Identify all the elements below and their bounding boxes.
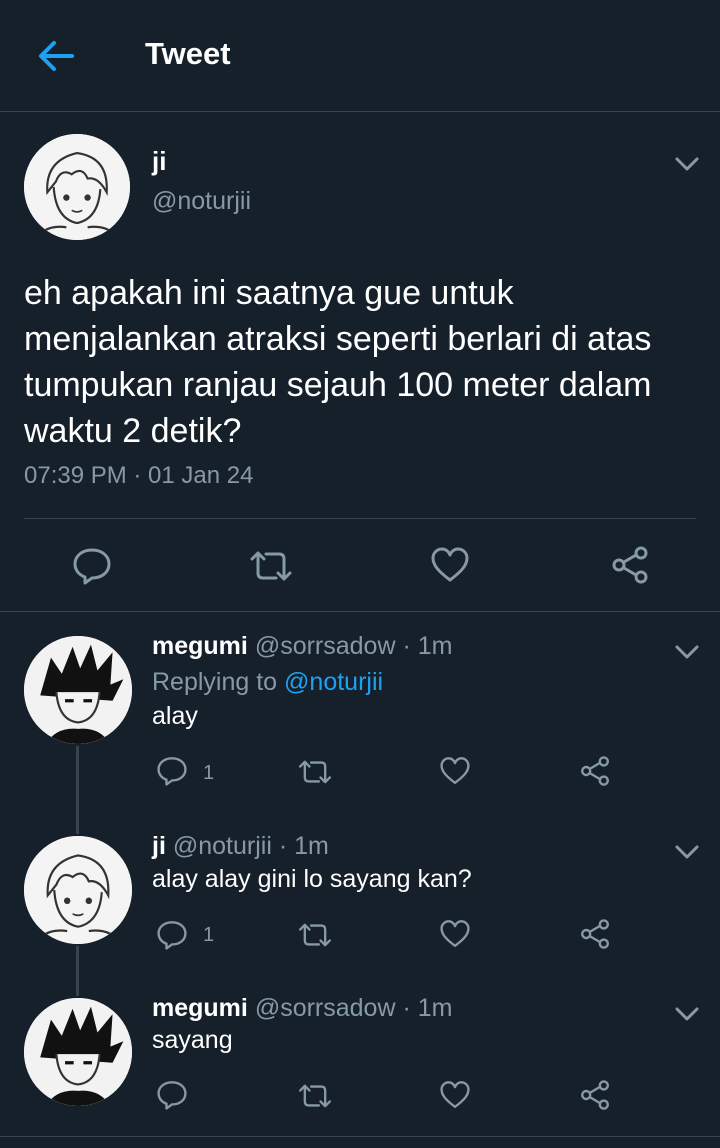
reply-handle-time[interactable]: @sorrsadow · 1m — [255, 994, 453, 1022]
reply-count: 1 — [203, 762, 215, 784]
like-icon — [440, 757, 470, 785]
replying-to-label: Replying to — [152, 668, 278, 696]
retweet-icon — [250, 551, 292, 581]
back-button[interactable] — [36, 38, 76, 74]
reply-author-name[interactable]: megumi — [152, 994, 248, 1022]
chevron-down-icon[interactable] — [674, 644, 700, 660]
share-icon — [581, 919, 609, 949]
reply-text: alay — [152, 702, 198, 730]
reply-button[interactable] — [156, 920, 188, 950]
tweet-timestamp: 07:39 PM · 01 Jan 24 — [24, 462, 254, 489]
share-icon — [581, 1080, 609, 1110]
share-button[interactable] — [579, 755, 611, 787]
share-icon — [581, 756, 609, 786]
like-button[interactable] — [439, 756, 471, 786]
divider — [24, 518, 696, 519]
divider — [0, 1136, 720, 1137]
avatar[interactable] — [24, 836, 132, 944]
main-tweet: ji @noturjii eh apakah ini saatnya gue u… — [0, 112, 720, 612]
avatar[interactable] — [24, 998, 132, 1106]
retweet-button[interactable] — [297, 921, 333, 949]
like-button[interactable] — [439, 1080, 471, 1110]
replying-to: Replying to @noturjii — [152, 668, 383, 697]
page-title: Tweet — [145, 36, 231, 71]
avatar[interactable] — [24, 134, 130, 240]
reply-tweet[interactable]: megumi @sorrsadow · 1m sayang — [0, 974, 720, 1136]
share-button[interactable] — [579, 918, 611, 950]
chevron-down-icon[interactable] — [674, 156, 700, 172]
reply-header: ji @noturjii · 1m — [152, 832, 329, 861]
author-handle[interactable]: @noturjii — [152, 187, 251, 216]
top-bar: Tweet — [0, 0, 720, 112]
reply-handle-time[interactable]: @sorrsadow · 1m — [255, 632, 453, 660]
like-button[interactable] — [439, 919, 471, 949]
reply-icon — [157, 757, 187, 786]
reply-button[interactable] — [156, 756, 188, 786]
avatar[interactable] — [24, 636, 132, 744]
reply-header: megumi @sorrsadow · 1m — [152, 994, 452, 1023]
reply-text: sayang — [152, 1026, 233, 1054]
reply-header: megumi @sorrsadow · 1m — [152, 632, 452, 661]
retweet-icon — [298, 760, 332, 784]
share-button[interactable] — [579, 1079, 611, 1111]
retweet-button[interactable] — [297, 758, 333, 786]
retweet-button[interactable] — [297, 1082, 333, 1110]
retweet-button[interactable] — [248, 549, 294, 583]
reply-icon — [157, 1081, 187, 1110]
reply-author-name[interactable]: megumi — [152, 632, 248, 660]
reply-tweet[interactable]: megumi @sorrsadow · 1m Replying to @notu… — [0, 612, 720, 812]
like-button[interactable] — [430, 546, 470, 584]
like-icon — [440, 920, 470, 948]
reply-author-name[interactable]: ji — [152, 832, 166, 860]
retweet-icon — [298, 1084, 332, 1108]
like-icon — [431, 547, 469, 582]
tweet-text: eh apakah ini saatnya gue untuk menjalan… — [24, 274, 652, 450]
replying-to-handle[interactable]: @noturjii — [284, 668, 383, 696]
arrow-left-icon — [39, 41, 74, 71]
reply-tweet[interactable]: ji @noturjii · 1m alay alay gini lo saya… — [0, 812, 720, 984]
reply-icon — [157, 921, 187, 950]
share-button[interactable] — [610, 545, 650, 585]
reply-text: alay alay gini lo sayang kan? — [152, 865, 472, 893]
like-icon — [440, 1081, 470, 1109]
reply-count: 1 — [203, 924, 215, 946]
share-icon — [612, 546, 648, 584]
chevron-down-icon[interactable] — [674, 844, 700, 860]
chevron-down-icon[interactable] — [674, 1006, 700, 1022]
reply-button[interactable] — [72, 547, 112, 585]
reply-button[interactable] — [156, 1080, 188, 1110]
reply-icon — [73, 548, 111, 585]
reply-handle-time[interactable]: @noturjii · 1m — [173, 832, 329, 860]
author-name[interactable]: ji — [152, 146, 166, 177]
retweet-icon — [298, 923, 332, 947]
